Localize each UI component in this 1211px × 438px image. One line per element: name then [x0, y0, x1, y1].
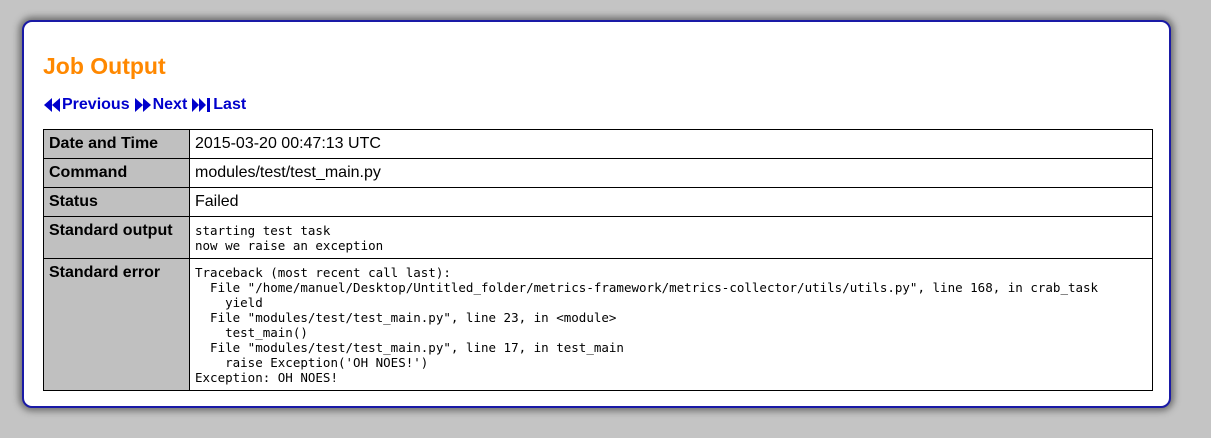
table-row-status: Status Failed — [43, 187, 1153, 217]
standard-output-label: Standard output — [43, 216, 190, 259]
standard-error-text: Traceback (most recent call last): File … — [195, 265, 1099, 385]
standard-output-cell: starting test task now we raise an excep… — [189, 216, 1153, 259]
job-output-panel: Job Output Previous Next Last Date and T… — [22, 20, 1171, 408]
last-link[interactable]: Last — [192, 96, 246, 114]
next-label: Next — [152, 96, 188, 113]
last-label: Last — [213, 96, 247, 113]
previous-link[interactable]: Previous — [44, 96, 130, 114]
double-right-arrow-icon — [134, 98, 151, 112]
next-link[interactable]: Next — [134, 96, 188, 114]
table-row-standard-output: Standard output starting test task now w… — [43, 216, 1153, 259]
job-details-table: Date and Time 2015-03-20 00:47:13 UTC Co… — [43, 129, 1153, 391]
standard-error-cell: Traceback (most recent call last): File … — [189, 258, 1153, 391]
standard-error-label: Standard error — [43, 258, 190, 391]
standard-output-text: starting test task now we raise an excep… — [195, 223, 384, 253]
command-label: Command — [43, 158, 190, 188]
status-value: Failed — [189, 187, 1153, 217]
previous-label: Previous — [62, 96, 130, 113]
double-left-arrow-icon — [44, 98, 60, 112]
table-row-command: Command modules/test/test_main.py — [43, 158, 1153, 188]
table-row-date-time: Date and Time 2015-03-20 00:47:13 UTC — [43, 129, 1153, 159]
date-time-value: 2015-03-20 00:47:13 UTC — [189, 129, 1153, 159]
page-title: Job Output — [43, 53, 166, 79]
command-value: modules/test/test_main.py — [189, 158, 1153, 188]
pagination-nav: Previous Next Last — [44, 95, 251, 115]
date-time-label: Date and Time — [43, 129, 190, 159]
table-row-standard-error: Standard error Traceback (most recent ca… — [43, 258, 1153, 391]
skip-to-end-icon — [192, 98, 211, 112]
status-label: Status — [43, 187, 190, 217]
